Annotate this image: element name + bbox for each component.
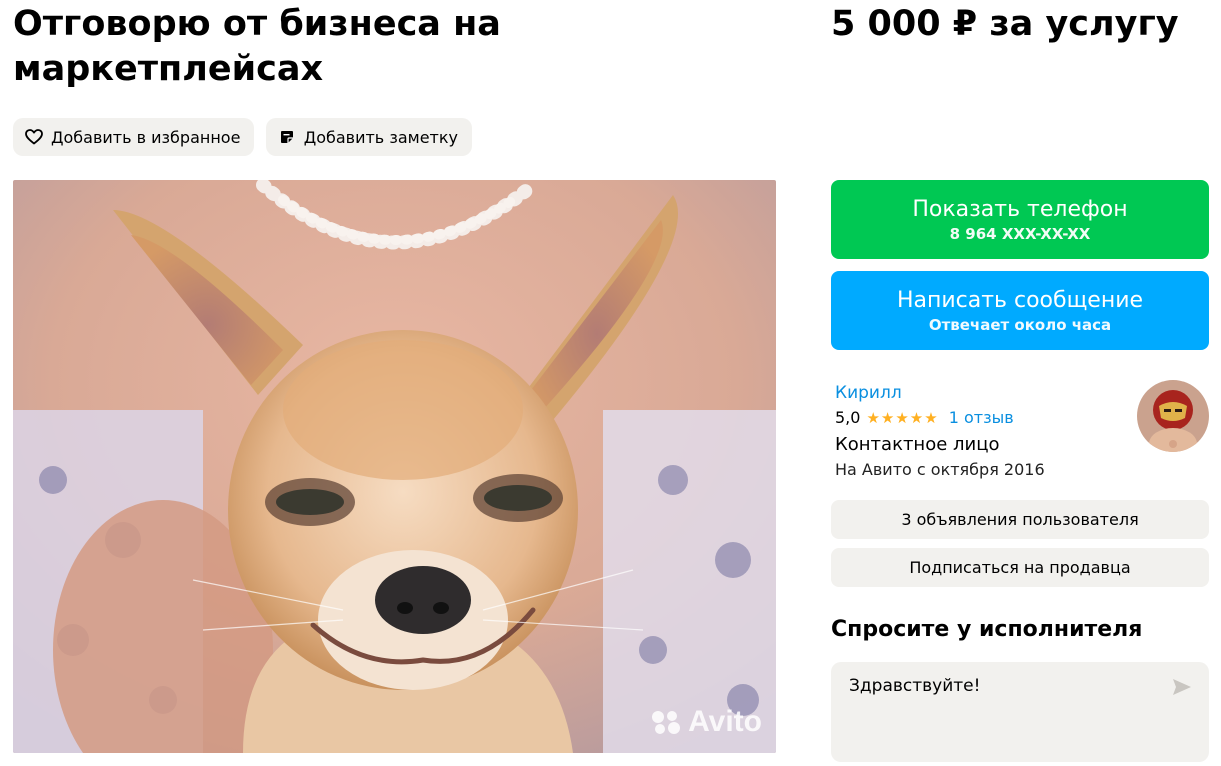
ask-message-input[interactable]: Здравствуйте! [831,662,1161,762]
write-message-label: Написать сообщение [896,287,1144,313]
listing-title: Отговорю от бизнеса на маркетплейсах [13,4,501,89]
seller-ads-button[interactable]: 3 объявления пользователя [831,500,1209,539]
write-message-button[interactable]: Написать сообщение Отвечает около часа [831,271,1209,350]
rating-stars-icon: ★★★★★ [866,408,939,427]
add-note-label: Добавить заметку [303,127,458,147]
seller-rating: 5,0 ★★★★★ 1 отзыв [835,408,1014,427]
heart-icon [25,128,43,146]
subscribe-seller-button[interactable]: Подписаться на продавца [831,548,1209,587]
add-to-favorites-label: Добавить в избранное [51,127,241,147]
avito-watermark: Avito [650,705,762,739]
add-to-favorites-button[interactable]: Добавить в избранное [13,118,254,156]
avito-logo-icon [650,709,682,735]
seller-since: На Авито с октября 2016 [835,460,1045,479]
show-phone-button[interactable]: Показать телефон 8 964 XXX-XX-XX [831,180,1209,259]
note-icon [278,128,296,146]
listing-photo[interactable]: Avito [13,180,776,753]
phone-masked: 8 964 XXX-XX-XX [949,224,1091,243]
add-note-button[interactable]: Добавить заметку [266,118,472,156]
seller-role: Контактное лицо [835,434,1000,455]
seller-avatar[interactable] [1137,380,1209,452]
response-time: Отвечает около часа [928,315,1112,334]
ask-message-box: Здравствуйте! [831,662,1209,762]
send-icon[interactable] [1171,676,1193,698]
reviews-link[interactable]: 1 отзыв [949,408,1014,427]
show-phone-label: Показать телефон [912,196,1128,222]
avito-watermark-text: Avito [688,705,762,738]
rating-value: 5,0 [835,408,861,427]
chihuahua-photo [13,180,776,753]
listing-price: 5 000 ₽ за услугу [831,4,1179,44]
ask-section-title: Спросите у исполнителя [831,617,1143,642]
seller-name-link[interactable]: Кирилл [835,383,902,403]
